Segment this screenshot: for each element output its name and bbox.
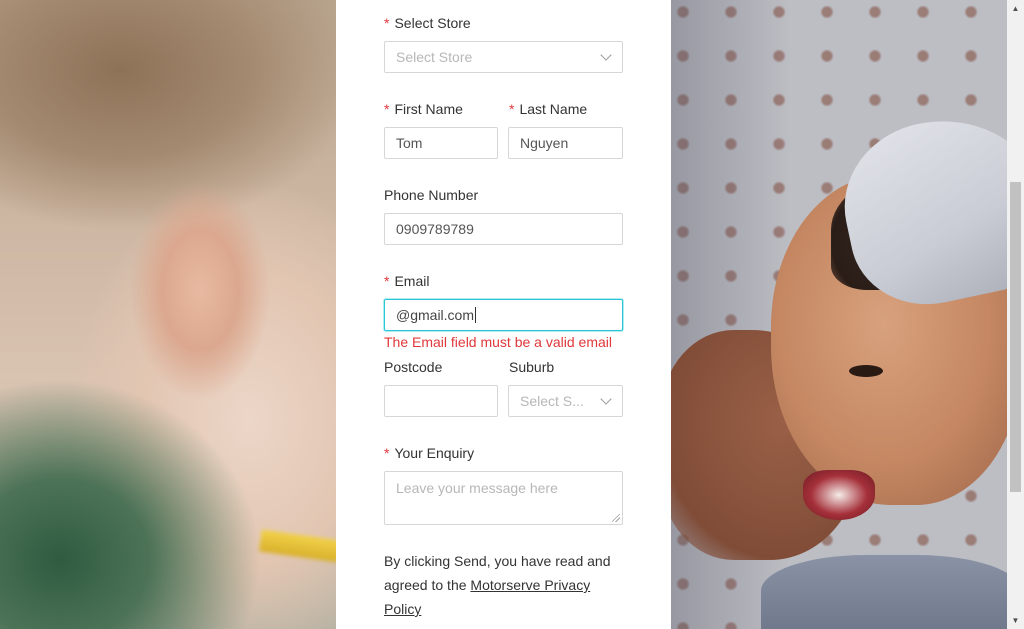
postcode-input[interactable] xyxy=(384,385,498,417)
first-name-field-label: * First Name xyxy=(384,100,463,118)
postcode-field-label: Postcode xyxy=(384,358,442,376)
enquiry-placeholder: Leave your message here xyxy=(396,480,558,496)
email-input[interactable]: @gmail.com xyxy=(384,299,623,331)
phone-label: Phone Number xyxy=(384,187,479,203)
required-mark: * xyxy=(509,101,515,117)
last-name-input[interactable]: Nguyen xyxy=(508,127,623,159)
postcode-label: Postcode xyxy=(384,359,443,375)
first-name-input[interactable]: Tom xyxy=(384,127,498,159)
email-field-label: * Email xyxy=(384,272,429,290)
enquiry-form-panel: * Select Store Select Store * First Name *… xyxy=(336,0,671,629)
mouth-shape xyxy=(803,470,875,520)
privacy-consent-text: By clicking Send, you have read and agre… xyxy=(384,549,624,621)
scrollbar-thumb[interactable] xyxy=(1010,182,1021,492)
chevron-down-icon xyxy=(600,49,612,61)
text-caret xyxy=(475,307,477,323)
eye-shape xyxy=(849,365,883,377)
resize-grip-icon[interactable] xyxy=(612,514,620,522)
required-mark: * xyxy=(384,15,390,31)
arrow-up-icon[interactable]: ▲ xyxy=(1007,0,1024,17)
required-mark: * xyxy=(384,273,390,289)
enquiry-field-label: * Your Enquiry xyxy=(384,444,474,462)
first-name-value: Tom xyxy=(396,135,423,151)
phone-input[interactable]: 0909789789 xyxy=(384,213,623,245)
suburb-select-placeholder: Select S... xyxy=(520,393,584,409)
suburb-select[interactable]: Select S... xyxy=(508,385,623,417)
background-photo-right xyxy=(661,0,1024,629)
page-scrollbar[interactable]: ▲ ▼ xyxy=(1007,0,1024,629)
store-label: Select Store xyxy=(394,15,471,31)
pencil-detail xyxy=(258,529,342,563)
email-error-message: The Email field must be a valid email xyxy=(384,334,612,350)
email-label: Email xyxy=(394,273,430,289)
email-value: @gmail.com xyxy=(396,307,475,323)
last-name-value: Nguyen xyxy=(520,135,569,151)
phone-field-label: Phone Number xyxy=(384,186,478,204)
required-mark: * xyxy=(384,445,390,461)
store-select[interactable]: Select Store xyxy=(384,41,623,73)
enquiry-textarea[interactable]: Leave your message here xyxy=(384,471,623,525)
store-field-label: * Select Store xyxy=(384,14,471,32)
last-name-label: Last Name xyxy=(519,101,588,117)
suburb-field-label: Suburb xyxy=(509,358,554,376)
suburb-label: Suburb xyxy=(509,359,555,375)
required-mark: * xyxy=(384,101,390,117)
first-name-label: First Name xyxy=(394,101,463,117)
last-name-field-label: * Last Name xyxy=(509,100,587,118)
chevron-down-icon xyxy=(600,393,612,405)
shirt-shape xyxy=(761,555,1021,629)
phone-value: 0909789789 xyxy=(396,221,474,237)
store-select-placeholder: Select Store xyxy=(396,49,473,65)
enquiry-label: Your Enquiry xyxy=(394,445,475,461)
background-photo-left xyxy=(0,0,342,629)
arrow-down-icon[interactable]: ▼ xyxy=(1007,612,1024,629)
